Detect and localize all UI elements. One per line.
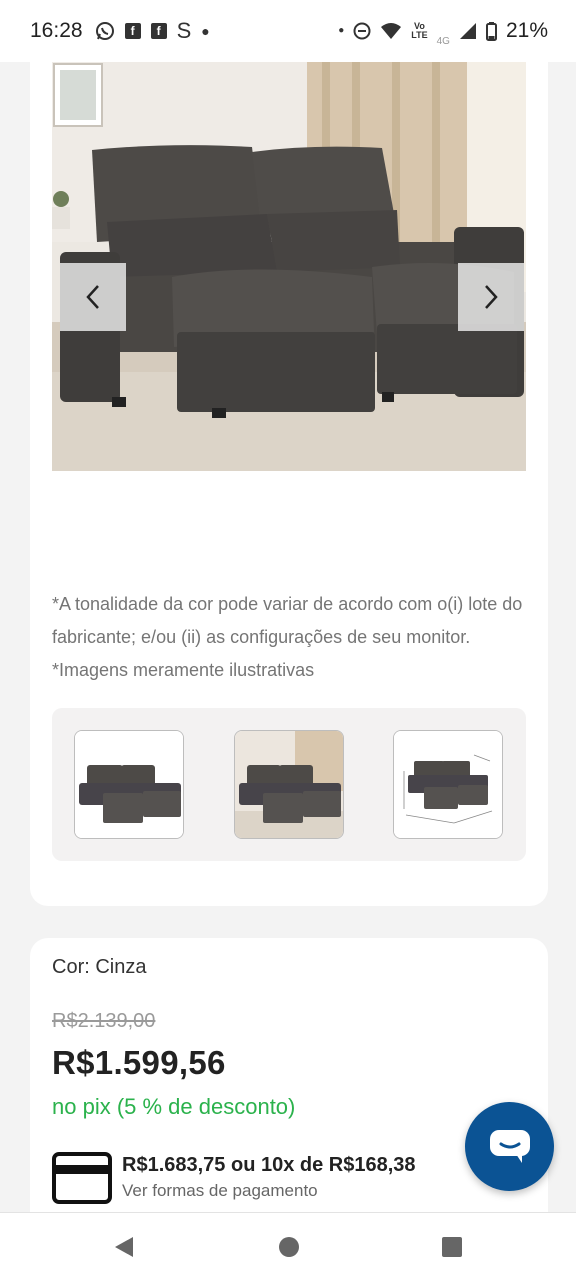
do-not-disturb-icon	[353, 22, 371, 40]
wifi-icon	[381, 23, 402, 39]
chevron-right-icon	[485, 285, 498, 309]
chat-icon	[489, 1129, 530, 1163]
back-icon[interactable]	[113, 1235, 135, 1259]
current-price: R$1.599,56	[52, 1044, 226, 1081]
facebook-icon: f	[150, 23, 167, 39]
chat-button[interactable]	[465, 1102, 554, 1191]
notification-icons: f f S ●	[95, 20, 210, 42]
system-nav-bar	[0, 1212, 576, 1280]
system-icons: ● Vo LTE 4G 21%	[338, 16, 548, 47]
status-bar: 16:28 f f S ● ● Vo LTE 4G 21%	[0, 0, 576, 62]
thumbnail-strip	[52, 708, 526, 861]
color-label: Cor: Cinza	[52, 956, 147, 978]
facebook-icon: f	[124, 23, 141, 39]
home-icon[interactable]	[278, 1235, 300, 1259]
network-type: 4G	[436, 35, 450, 47]
payment-options-link[interactable]: Ver formas de pagamento	[122, 1181, 318, 1201]
sofa-front-thumbnail[interactable]	[74, 730, 184, 839]
credit-card-icon	[52, 1152, 112, 1204]
signal-icon	[459, 23, 476, 39]
status-time: 16:28	[30, 19, 83, 42]
recents-icon[interactable]	[441, 1235, 463, 1259]
product-price-card: Cor: Cinza R$2.139,00 R$1.599,56 no pix …	[30, 938, 548, 1238]
gallery-prev-button[interactable]	[60, 263, 126, 331]
sofa-room-thumbnail[interactable]	[234, 730, 344, 839]
chevron-left-icon	[86, 285, 99, 309]
sofa-dimensions-thumbnail[interactable]	[393, 730, 503, 839]
battery-percent: 21%	[505, 19, 548, 42]
old-price: R$2.139,00	[52, 1010, 156, 1032]
dot-icon: ●	[338, 25, 345, 36]
color-disclaimer: *A tonalidade da cor pode variar de acor…	[52, 594, 523, 680]
installment-text: R$1.683,75 ou 10x de R$168,38	[122, 1154, 416, 1176]
pix-discount-note: no pix (5 % de desconto)	[52, 1094, 296, 1119]
skype-icon: S	[176, 18, 192, 43]
volte-icon: Vo LTE	[411, 21, 428, 40]
gallery-next-button[interactable]	[458, 263, 524, 331]
product-gallery-card: *A tonalidade da cor pode variar de acor…	[30, 40, 548, 906]
dot-icon: ●	[201, 23, 210, 39]
whatsapp-icon	[95, 22, 114, 40]
battery-icon	[485, 21, 497, 41]
